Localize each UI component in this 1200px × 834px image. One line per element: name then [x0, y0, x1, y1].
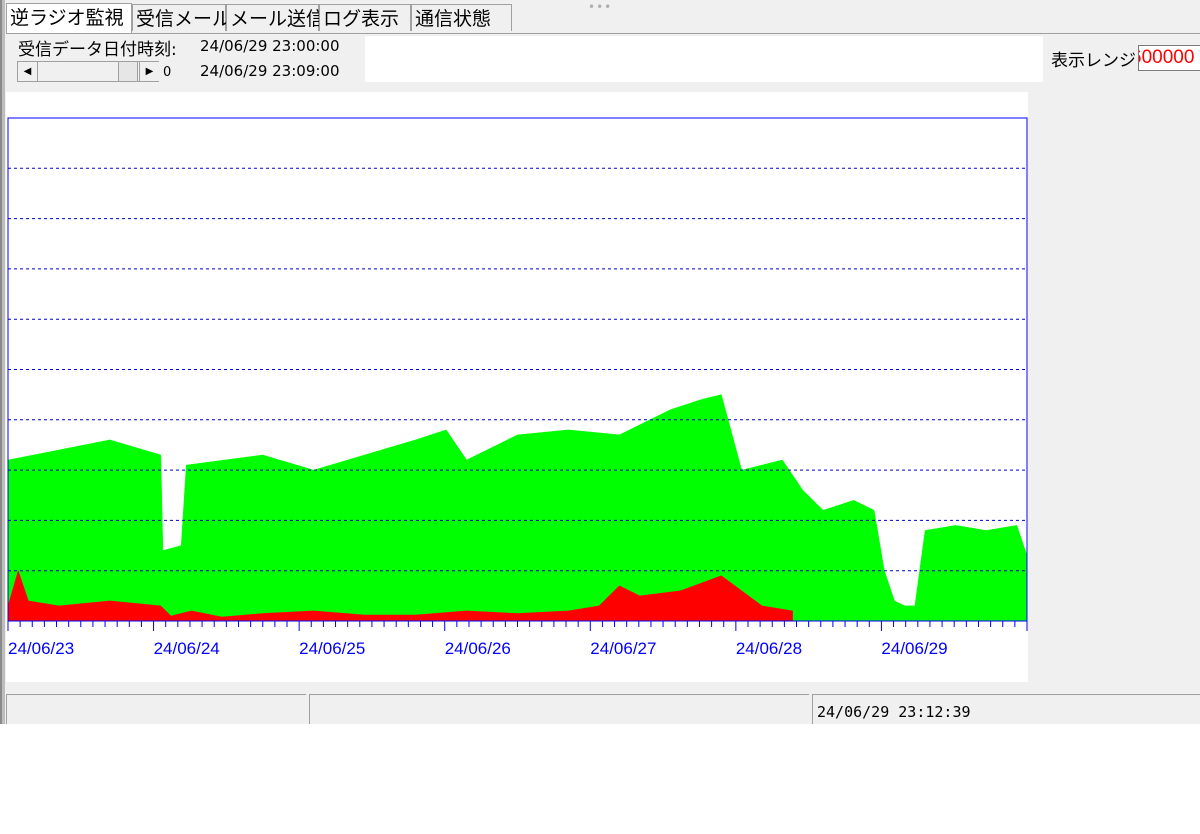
display-range-label: 表示レンジ:: [1051, 51, 1142, 71]
tab-strip-divider: [6, 33, 1200, 34]
scroll-thumb[interactable]: [118, 62, 138, 81]
tab-label: メール送信: [230, 8, 326, 30]
tab-comm-status[interactable]: 通信状態: [411, 4, 512, 31]
tab-label: 逆ラジオ監視: [10, 7, 124, 29]
status-bar: [6, 690, 1200, 724]
scroll-left-icon[interactable]: ◀: [18, 62, 38, 81]
receive-datetime-label: 受信データ日付時刻:: [18, 40, 177, 60]
chart-x-tick-label: 24/06/26: [445, 639, 511, 658]
tab-label: 通信状態: [415, 8, 492, 30]
status-panel-1: [6, 694, 306, 724]
display-range-input[interactable]: 600000: [1138, 45, 1200, 71]
chart-x-tick-label: 24/06/25: [299, 639, 365, 658]
window-left-edge-inner: [2, 0, 5, 724]
drag-handle-icon[interactable]: •••: [588, 0, 612, 14]
app-window: ••• 逆ラジオ監視 受信メール メール送信 ログ表示 通信状態 受信データ日付…: [0, 0, 1200, 724]
chart-x-tick-label: 24/06/28: [736, 639, 802, 658]
tab-label: ログ表示: [323, 8, 400, 30]
chart-x-tick-label: 24/06/24: [154, 639, 220, 658]
receive-time-from: 24/06/29 23:00:00: [200, 37, 340, 55]
tab-send-mail[interactable]: メール送信: [226, 4, 325, 31]
receive-time-to: 24/06/29 23:09:00: [200, 62, 340, 80]
scroll-right-icon[interactable]: ▶: [139, 62, 159, 81]
chart-x-tick-label: 24/06/23: [8, 639, 74, 658]
tab-received-mail[interactable]: 受信メール: [132, 4, 231, 31]
chart-series-total: [7, 394, 1028, 622]
tab-label: 受信メール: [136, 8, 232, 30]
chart-x-tick-label: 24/06/29: [881, 639, 947, 658]
chart-panel: 24/06/23 24/06/24 24/06/25 24/06/26 24/06/27…: [6, 92, 1028, 682]
info-display-area: [365, 36, 1043, 82]
traffic-chart: 24/06/23 24/06/24 24/06/25 24/06/26 24/06/27…: [7, 117, 1028, 658]
time-scrollbar[interactable]: ◀ ▶: [17, 61, 159, 82]
status-clock: 24/06/29 23:12:39: [817, 703, 971, 721]
tab-reverse-radio-monitor[interactable]: 逆ラジオ監視: [6, 3, 132, 33]
scroll-value: 0: [163, 65, 172, 80]
tab-log-view[interactable]: ログ表示: [319, 4, 411, 31]
display-range-value: 600000: [1139, 47, 1195, 68]
chart-x-tick-label: 24/06/27: [590, 639, 656, 658]
status-panel-2: [309, 694, 809, 724]
